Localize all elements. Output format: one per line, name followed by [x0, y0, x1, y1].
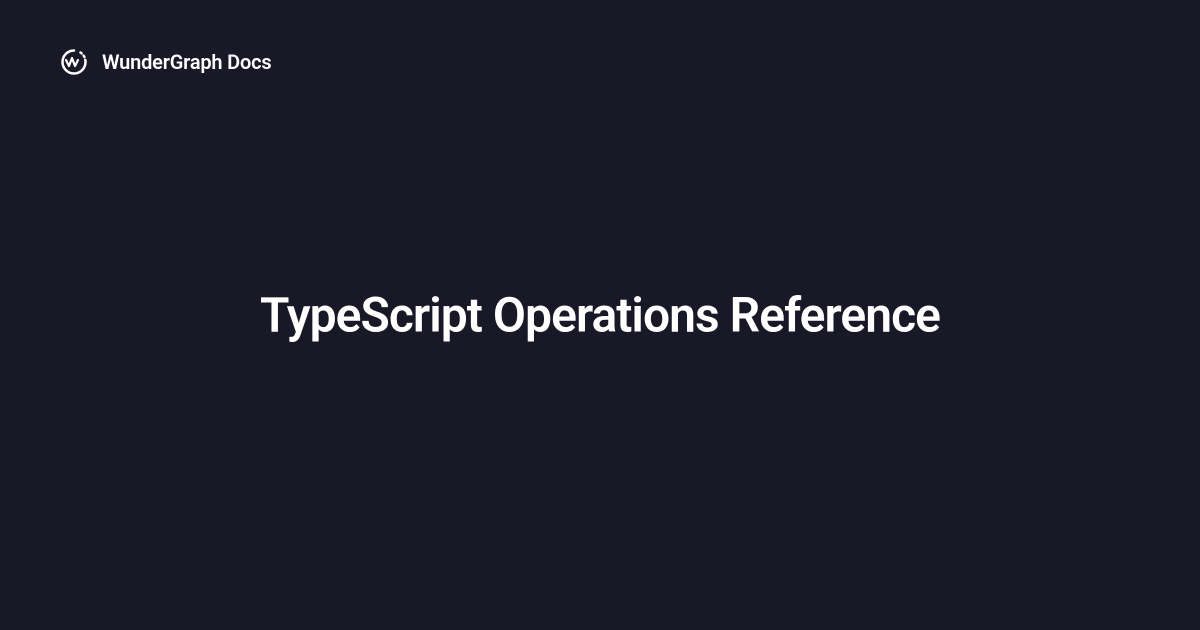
wundergraph-logo-icon — [60, 48, 88, 76]
header: WunderGraph Docs — [60, 48, 271, 76]
brand-text: WunderGraph Docs — [102, 50, 271, 74]
page-title: TypeScript Operations Reference — [260, 287, 940, 344]
